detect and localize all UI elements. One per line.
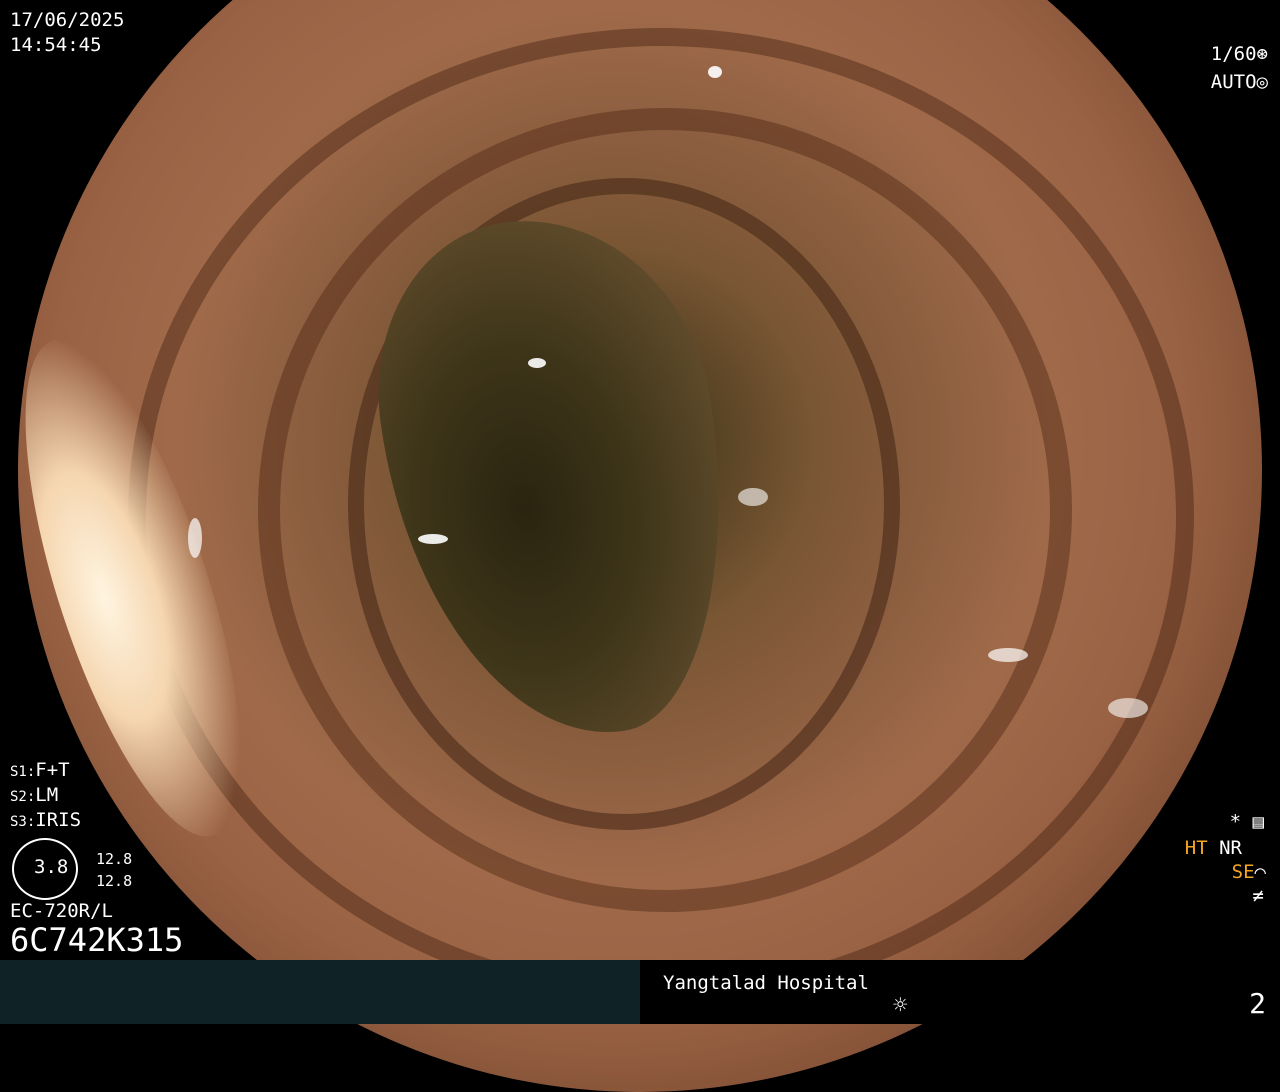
settings-icon: ▤ bbox=[1252, 811, 1264, 833]
exposure-mode: AUTO◎ bbox=[1211, 70, 1268, 94]
ht-nr-status: HT NR bbox=[1185, 836, 1242, 860]
star-indicator: * ▤ bbox=[1229, 811, 1264, 833]
date: 17/06/2025 bbox=[10, 9, 125, 31]
specular-highlight bbox=[988, 648, 1028, 662]
scope-model: EC-720R/L bbox=[10, 900, 113, 922]
aperture-icon: ⊛ bbox=[1256, 43, 1268, 65]
specular-highlight bbox=[188, 518, 202, 558]
time: 14:54:45 bbox=[10, 34, 102, 56]
nr-label: NR bbox=[1219, 837, 1242, 859]
iris-icon: ◎ bbox=[1256, 71, 1268, 93]
indicator-value: 3.8 bbox=[34, 856, 69, 878]
indicator-upper: 12.8 bbox=[96, 850, 133, 868]
setting-s3: S3:IRIS bbox=[10, 809, 82, 831]
serial-number: 6C742K315 bbox=[10, 921, 184, 959]
se-label: SE bbox=[1231, 861, 1255, 883]
hospital-name: Yangtalad Hospital bbox=[663, 972, 869, 994]
shutter-speed: 1/60⊛ bbox=[1211, 42, 1268, 66]
mode-value: AUTO bbox=[1210, 71, 1257, 93]
se-status: SE⌒ bbox=[1232, 860, 1266, 884]
shutter-value: 1/60 bbox=[1210, 43, 1257, 65]
freeze-icon: ≠ bbox=[1252, 885, 1264, 907]
setting-s2: S2:LM bbox=[10, 784, 59, 806]
specular-highlight bbox=[708, 66, 722, 78]
sun-icon: ☼ bbox=[893, 991, 908, 1019]
endoscopic-view bbox=[18, 0, 1262, 1092]
setting-s1: S1:F+T bbox=[10, 759, 70, 781]
enhancement-icon: ⌒ bbox=[1254, 861, 1266, 883]
specular-highlight bbox=[528, 358, 546, 368]
specular-highlight bbox=[738, 488, 768, 506]
specular-highlight bbox=[1108, 698, 1148, 718]
ht-label: HT bbox=[1184, 837, 1208, 859]
specular-highlight bbox=[418, 534, 448, 544]
indicator-lower: 12.8 bbox=[96, 872, 133, 890]
page-number: 2 bbox=[1249, 987, 1266, 1020]
